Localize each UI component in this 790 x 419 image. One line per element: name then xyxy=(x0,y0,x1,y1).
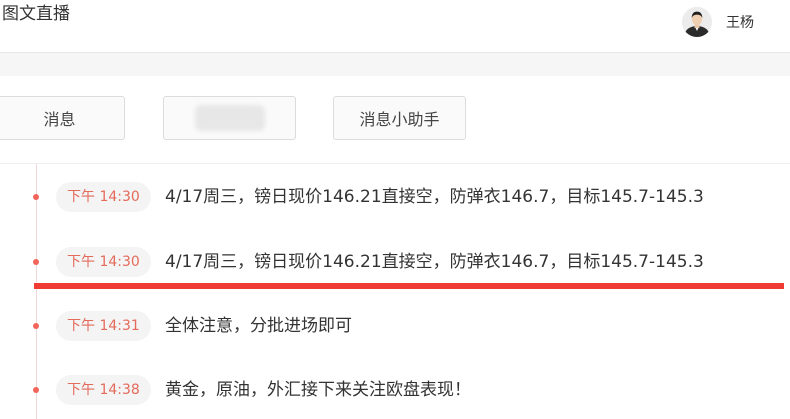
tab-messages[interactable]: 消息 xyxy=(0,96,125,140)
user-avatar-icon xyxy=(682,7,712,37)
list-item: 下午 14:38 黄金，原油，外汇接下来关注欧盘表现！ xyxy=(0,369,790,409)
timeline-dot xyxy=(33,259,39,265)
live-broadcast-page: 图文直播 王杨 消息 消息小助手 下午 14:30 4/17周三，镑日现价146… xyxy=(0,0,790,419)
list-item: 下午 14:31 全体注意，分批进场即可 xyxy=(0,305,790,345)
user-menu[interactable]: 王杨 xyxy=(682,5,754,39)
timeline-dot xyxy=(33,194,39,200)
page-title: 图文直播 xyxy=(2,4,70,24)
list-item: 下午 14:30 4/17周三，镑日现价146.21直接空，防弹衣146.7，目… xyxy=(0,176,790,216)
timeline-dot xyxy=(33,387,39,393)
blurred-label xyxy=(194,105,265,131)
tab-message-assistant[interactable]: 消息小助手 xyxy=(333,96,466,140)
time-badge: 下午 14:30 xyxy=(56,247,151,277)
message-text: 黄金，原油，外汇接下来关注欧盘表现！ xyxy=(165,380,471,400)
user-name[interactable]: 王杨 xyxy=(726,12,754,32)
tab-blurred[interactable] xyxy=(163,96,296,140)
message-text: 4/17周三，镑日现价146.21直接空，防弹衣146.7，目标145.7-14… xyxy=(165,252,704,272)
highlight-rule xyxy=(34,283,784,289)
top-header: 图文直播 王杨 xyxy=(0,0,790,53)
divider-band xyxy=(0,53,790,76)
message-text: 全体注意，分批进场即可 xyxy=(165,316,352,336)
timeline-dot xyxy=(33,323,39,329)
time-badge: 下午 14:38 xyxy=(56,375,151,405)
tab-bar: 消息 消息小助手 xyxy=(0,76,790,164)
time-badge: 下午 14:31 xyxy=(56,311,151,341)
avatar[interactable] xyxy=(682,7,712,37)
list-item: 下午 14:30 4/17周三，镑日现价146.21直接空，防弹衣146.7，目… xyxy=(0,241,790,281)
time-badge: 下午 14:30 xyxy=(56,182,151,212)
message-text: 4/17周三，镑日现价146.21直接空，防弹衣146.7，目标145.7-14… xyxy=(165,187,704,207)
